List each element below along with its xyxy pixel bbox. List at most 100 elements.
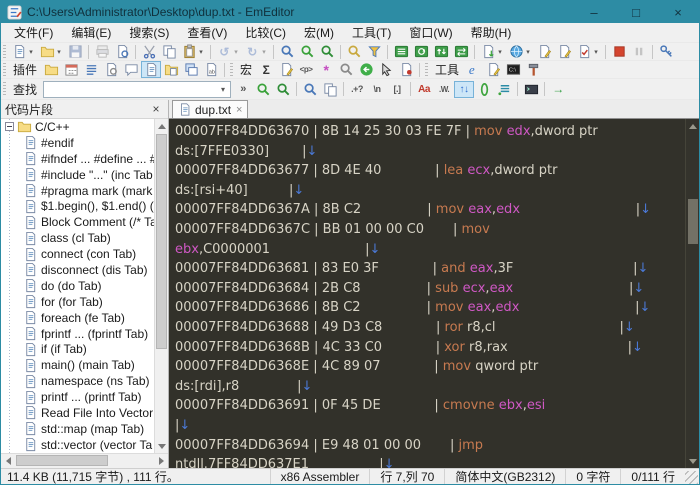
redo-button[interactable]: ↻ ▾ (242, 43, 270, 60)
findbar-previous-button[interactable] (273, 81, 293, 98)
macro-run-button[interactable]: Σ (256, 61, 276, 78)
chevron-down-icon[interactable]: ▾ (197, 48, 205, 56)
record-macro-button[interactable] (609, 43, 629, 60)
editor-scroll-up-icon[interactable] (686, 119, 699, 133)
macro-select-button[interactable] (376, 61, 396, 78)
plugin-open-docs-button[interactable] (181, 61, 201, 78)
snippet-item[interactable]: $1.begin(), $1.end() (b (1, 198, 154, 214)
tab-dup.txt[interactable]: dup.txt × (172, 100, 249, 118)
search-direction-toggle-button[interactable]: ↑↓ (454, 80, 475, 98)
plugin-html-bar-button[interactable] (61, 61, 81, 78)
snippets-horizontal-scrollbar[interactable] (1, 453, 168, 468)
highlight-1-button[interactable] (534, 43, 554, 60)
snippet-item[interactable]: main() (main Tab) (1, 357, 154, 373)
snippet-item[interactable]: foreach (fe Tab) (1, 310, 154, 326)
snippet-item[interactable]: fprintf ... (fprintf Tab) (1, 326, 154, 342)
tool-console-button[interactable]: C:\ (503, 61, 523, 78)
editor-vscroll-thumb[interactable] (688, 199, 698, 244)
toolbar-grip[interactable] (3, 82, 6, 96)
tree-root-c-cpp[interactable]: C/C++ (1, 119, 154, 135)
toolbar-grip[interactable] (230, 62, 234, 77)
find-button[interactable] (277, 43, 297, 60)
minimize-button[interactable]: – (573, 1, 615, 23)
cut-button[interactable] (139, 43, 159, 60)
compare-rescan-button[interactable] (411, 43, 431, 60)
paste-button[interactable]: ▾ (179, 43, 207, 60)
snippet-item[interactable]: std::vector (vector Ta (1, 437, 154, 453)
menu-item-0[interactable]: 文件(F) (5, 22, 62, 43)
open-file-button[interactable]: ▾ (37, 43, 65, 60)
plugin-explorer-button[interactable] (161, 61, 181, 78)
output-bar-button[interactable] (521, 81, 541, 98)
findbar-next-button[interactable] (253, 81, 273, 98)
regex-toggle-button[interactable]: .+? (347, 81, 367, 98)
jump-next-button[interactable]: → (548, 81, 568, 98)
menu-item-5[interactable]: 宏(M) (295, 22, 343, 43)
chevron-down-icon[interactable]: ▾ (232, 48, 240, 56)
find-dialog-button[interactable] (300, 81, 320, 98)
tab-close-icon[interactable]: × (236, 104, 242, 116)
chevron-down-icon[interactable]: ▾ (55, 48, 63, 56)
macro-breakpoint-button[interactable] (396, 61, 416, 78)
scroll-left-icon[interactable] (1, 454, 15, 468)
snippet-item[interactable]: Block Comment (/* Ta (1, 214, 154, 230)
scroll-right-icon[interactable] (154, 454, 168, 468)
highlight-2-button[interactable] (554, 43, 574, 60)
compare-button[interactable] (391, 43, 411, 60)
chevron-down-icon[interactable]: ▾ (524, 48, 532, 56)
compare-options-button[interactable] (451, 43, 471, 60)
snippet-item[interactable]: do (do Tab) (1, 278, 154, 294)
number-range-toggle-button[interactable]: [.] (387, 81, 407, 98)
filter-toggle-button[interactable] (494, 81, 514, 98)
chevron-down-icon[interactable]: ▾ (216, 82, 230, 97)
undo-button[interactable]: ↺ ▾ (214, 43, 242, 60)
filter-button[interactable] (364, 43, 384, 60)
snippet-item[interactable]: #include "..." (inc Tab (1, 167, 154, 183)
snippet-item[interactable]: for (for Tab) (1, 294, 154, 310)
print-button[interactable] (92, 43, 112, 60)
chevron-down-icon[interactable]: ▾ (260, 48, 268, 56)
snippets-hscroll-thumb[interactable] (16, 455, 108, 466)
plugin-projects-button[interactable] (41, 61, 61, 78)
collapse-expander-icon[interactable] (5, 122, 14, 132)
encoding-button[interactable]: ▾ (506, 43, 534, 60)
snippet-item[interactable]: printf ... (printf Tab) (1, 389, 154, 405)
validation-button[interactable]: ▾ (574, 43, 602, 60)
scroll-up-icon[interactable] (155, 119, 168, 133)
menu-item-8[interactable]: 帮助(H) (462, 22, 521, 43)
play-macro-button[interactable] (629, 43, 649, 60)
menu-item-2[interactable]: 搜索(S) (120, 22, 178, 43)
snippet-item[interactable]: class (cl Tab) (1, 230, 154, 246)
resize-grip[interactable] (685, 471, 698, 484)
print-preview-button[interactable] (112, 43, 132, 60)
plugin-word-count-button[interactable]: ab (201, 61, 221, 78)
new-file-button[interactable]: ▾ (9, 43, 37, 60)
macro-edit-button[interactable] (276, 61, 296, 78)
toolbar-grip[interactable] (425, 62, 429, 77)
tool-browser-button[interactable]: e (463, 61, 483, 78)
find-input[interactable]: ▾ (43, 80, 232, 98)
sort-button[interactable]: ▾ (478, 43, 506, 60)
snippet-item[interactable]: connect (con Tab) (1, 246, 154, 262)
menu-item-1[interactable]: 编辑(E) (62, 22, 120, 43)
snippet-item[interactable]: #pragma mark (mark (1, 183, 154, 199)
chevron-down-icon[interactable]: ▾ (592, 48, 600, 56)
toolbar-grip[interactable] (3, 62, 6, 77)
save-button[interactable] (65, 43, 85, 60)
snippets-panel-close-icon[interactable]: × (148, 102, 164, 116)
menu-item-3[interactable]: 查看(V) (178, 22, 236, 43)
snippet-item[interactable]: namespace (ns Tab) (1, 373, 154, 389)
find-previous-button[interactable] (317, 43, 337, 60)
snippet-item[interactable]: #ifndef ... #define ... # (1, 151, 154, 167)
customize-key-button[interactable] (656, 43, 676, 60)
highlight-toggle-button[interactable] (474, 81, 494, 98)
chevron-down-icon[interactable]: ▾ (496, 48, 504, 56)
editor-scroll-down-icon[interactable] (686, 454, 699, 468)
snippet-item[interactable]: Read File Into Vector (1, 405, 154, 421)
snippet-item[interactable]: std::map (map Tab) (1, 421, 154, 437)
plugin-snippets-button[interactable] (141, 61, 162, 78)
find-next-button[interactable] (297, 43, 317, 60)
escape-seq-toggle-button[interactable]: \n (367, 81, 387, 98)
maximize-button[interactable]: □ (615, 1, 657, 23)
plugin-search-button[interactable] (101, 61, 121, 78)
